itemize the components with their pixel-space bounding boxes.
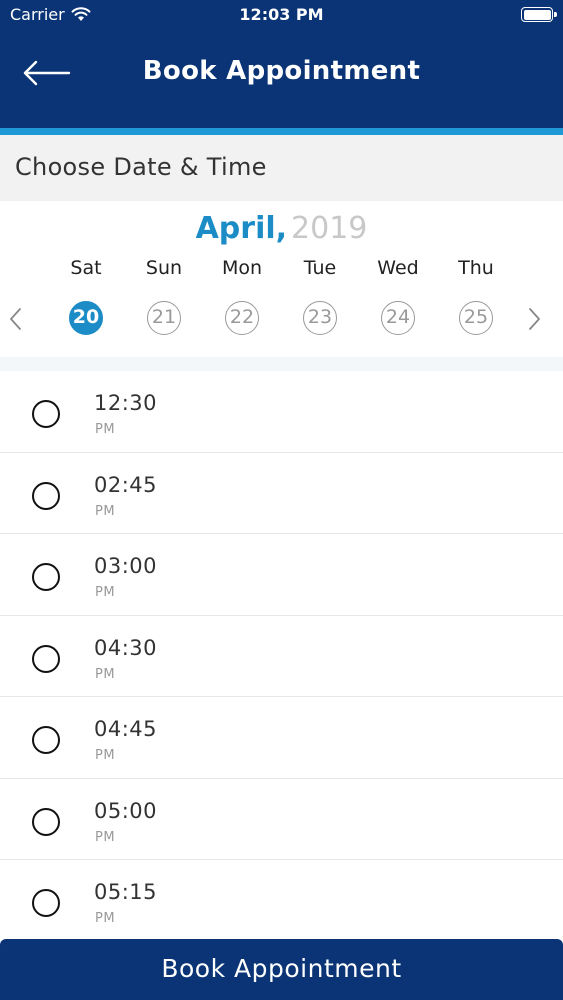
day-name: Sun: [145, 257, 183, 279]
time-slot[interactable]: 03:00 PM: [0, 534, 563, 616]
slot-time: 02:45: [94, 472, 158, 497]
book-appointment-button[interactable]: Book Appointment: [0, 939, 563, 1000]
radio-button[interactable]: [32, 644, 60, 673]
section-header: Choose Date & Time: [0, 135, 563, 201]
day-column[interactable]: Sun 21: [125, 255, 203, 335]
day-name: Mon: [221, 257, 263, 279]
day-name: Wed: [377, 257, 419, 279]
time-slot[interactable]: 02:45 PM: [0, 453, 563, 534]
time-slot-list: 12:30 PM 02:45 PM 03:00 PM 04:30 PM 04:4…: [0, 371, 563, 939]
day-name: Thu: [458, 257, 494, 279]
day-column[interactable]: Thu 25: [437, 255, 515, 335]
header-accent-bar: [0, 128, 563, 135]
date-picker: April, 2019 Sat 20 Sun 21 Mon 22 Tue 23 W…: [0, 201, 563, 357]
day-number[interactable]: 25: [459, 301, 493, 335]
section-title: Choose Date & Time: [15, 153, 267, 181]
month-label: April,: [195, 211, 288, 246]
slot-period: PM: [95, 503, 116, 519]
app-header: Carrier 12:03 PM Book Appointment: [0, 0, 563, 128]
time-slot[interactable]: 04:30 PM: [0, 616, 563, 697]
time-slot[interactable]: 05:15 PM: [0, 860, 563, 939]
radio-button[interactable]: [32, 563, 60, 591]
month-year-label: April, 2019: [0, 211, 563, 246]
radio-button[interactable]: [32, 889, 60, 917]
day-name: Sat: [70, 257, 102, 279]
time-slot[interactable]: 12:30 PM: [0, 371, 563, 453]
slot-period: PM: [95, 422, 116, 437]
year-label: 2019: [291, 211, 368, 246]
day-column[interactable]: Mon 22: [203, 255, 281, 335]
slot-period: PM: [95, 911, 116, 926]
status-bar: Carrier 12:03 PM: [0, 0, 563, 30]
day-column[interactable]: Tue 23: [281, 255, 359, 335]
radio-button[interactable]: [32, 481, 60, 510]
slot-time: 03:00: [94, 554, 158, 578]
chevron-left-icon[interactable]: [4, 305, 28, 333]
day-column[interactable]: Sat 20: [47, 255, 125, 335]
slot-period: PM: [95, 748, 116, 763]
day-column[interactable]: Wed 24: [359, 255, 437, 335]
battery-icon: [521, 7, 557, 22]
day-name: Tue: [303, 257, 337, 279]
page-title: Book Appointment: [142, 56, 421, 86]
day-number[interactable]: 21: [147, 301, 181, 335]
slot-time: 12:30: [94, 391, 158, 415]
time-slot[interactable]: 05:00 PM: [0, 779, 563, 860]
divider: [0, 357, 563, 371]
day-number[interactable]: 24: [381, 301, 415, 335]
slot-period: PM: [95, 829, 116, 845]
slot-time: 04:45: [94, 717, 158, 741]
slot-period: PM: [95, 666, 116, 682]
radio-button[interactable]: [32, 400, 60, 428]
day-number[interactable]: 22: [225, 301, 259, 335]
status-time: 12:03 PM: [239, 5, 324, 24]
radio-button[interactable]: [32, 807, 60, 836]
slot-time: 05:00: [94, 798, 158, 823]
chevron-right-icon[interactable]: [522, 305, 546, 333]
day-number[interactable]: 20: [69, 301, 103, 335]
slot-period: PM: [95, 585, 116, 600]
radio-button[interactable]: [32, 726, 60, 754]
time-slot[interactable]: 04:45 PM: [0, 697, 563, 779]
day-number[interactable]: 23: [303, 301, 337, 335]
slot-time: 04:30: [94, 635, 158, 660]
slot-time: 05:15: [94, 880, 158, 904]
